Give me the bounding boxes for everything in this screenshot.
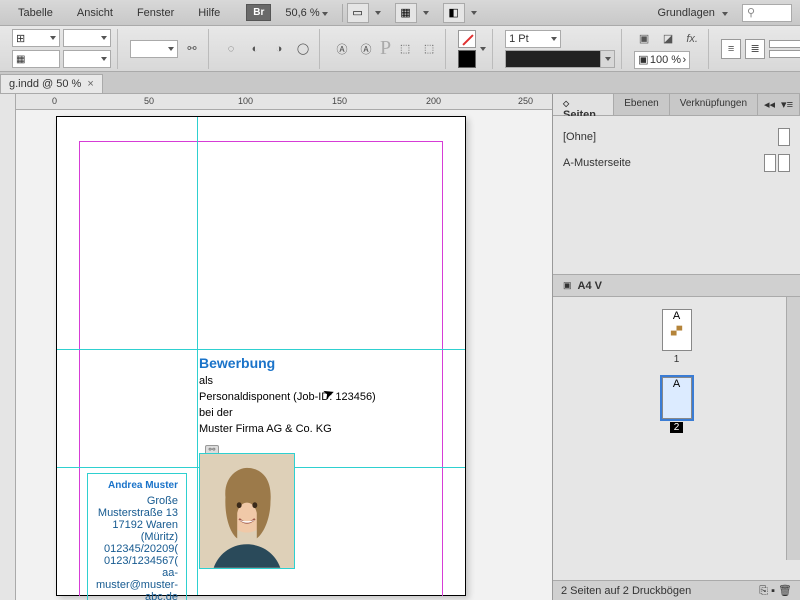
menu-fenster[interactable]: Fenster (127, 4, 184, 22)
workspace-selector[interactable]: Grundlagen (647, 5, 738, 21)
link-wh-icon[interactable]: ⚯ (182, 39, 202, 59)
zoom-level[interactable]: 50,6 % (275, 7, 337, 19)
arrange-icon[interactable]: ▦ (395, 3, 417, 23)
canvas-area: 0 50 100 150 200 250 Bewerbung als Perso… (0, 94, 552, 600)
portrait-placeholder (200, 454, 294, 568)
close-icon[interactable]: × (87, 78, 93, 90)
panel-tabs: ◇ Seiten Ebenen Verknüpfungen ◂◂ ▾≡ (553, 94, 800, 116)
master-a[interactable]: A-Musterseite (563, 150, 790, 176)
ruler-tick: 200 (426, 96, 441, 106)
pathfinder-icon-1[interactable]: ◌ (221, 39, 241, 59)
fx-icon-1[interactable]: ▣ (634, 29, 654, 49)
page-thumbnail-1[interactable]: A▄▀ 1 (662, 309, 692, 365)
view-options-icon[interactable]: ◧ (443, 3, 465, 23)
title-text-frame[interactable]: Bewerbung als Personaldisponent (Job-ID:… (199, 355, 443, 435)
pages-status-bar: 2 Seiten auf 2 Druckbögen ⎘ ▪ 🗑 (553, 580, 800, 600)
ruler-tick: 250 (518, 96, 533, 106)
tab-verknuepfungen[interactable]: Verknüpfungen (670, 94, 758, 115)
guide-horizontal[interactable] (57, 349, 465, 350)
align-icon-2[interactable]: ≣ (745, 39, 765, 59)
pathfinder-icon-4[interactable]: ◯ (293, 39, 313, 59)
p-glyph-icon[interactable]: P (380, 37, 391, 60)
sender-line: Große Musterstraße 13 (96, 495, 178, 519)
bridge-button[interactable]: Br (246, 4, 271, 21)
fx-icon-2[interactable]: ◪ (658, 29, 678, 49)
panel-dock: ◇ Seiten Ebenen Verknüpfungen ◂◂ ▾≡ [Ohn… (552, 94, 800, 600)
body-text: Muster Firma AG & Co. KG (199, 423, 443, 435)
pages-list: A▄▀ 1 A 2 (553, 297, 800, 580)
workspace: 0 50 100 150 200 250 Bewerbung als Perso… (0, 94, 800, 600)
gap-field-1[interactable] (769, 40, 800, 48)
fill-color[interactable] (458, 30, 476, 48)
textwrap-icon-2[interactable]: Ⓐ (356, 39, 376, 59)
textwrap-icon-4[interactable]: ⬚ (419, 39, 439, 59)
page-number: 2 (670, 422, 684, 433)
dimension-controls[interactable]: ⊞ ▦ (12, 29, 111, 68)
body-text: als (199, 375, 443, 387)
ruler-tick: 100 (238, 96, 253, 106)
document-title: g.indd @ 50 % (9, 78, 81, 90)
page-count-label: 2 Seiten auf 2 Druckbögen (561, 585, 691, 597)
control-bar: ⊞ ▦ ⚯ ◌ ◐ ◑ ◯ Ⓐ Ⓐ P ⬚ ⬚ 1 Pt (0, 26, 800, 72)
ruler-tick: 150 (332, 96, 347, 106)
width-field[interactable] (130, 40, 178, 58)
sender-line: 17192 Waren (Müritz) (96, 519, 178, 543)
menu-ansicht[interactable]: Ansicht (67, 4, 123, 22)
search-field[interactable]: ⚲ (742, 4, 792, 22)
menubar: Tabelle Ansicht Fenster Hilfe Br 50,6 % … (0, 0, 800, 26)
screen-mode-icon[interactable]: ▭ (347, 3, 369, 23)
align-icon-1[interactable]: ≡ (721, 39, 741, 59)
ruler-vertical[interactable] (0, 94, 16, 600)
body-text: bei der (199, 407, 443, 419)
title-text: Bewerbung (199, 355, 443, 371)
canvas[interactable]: Bewerbung als Personaldisponent (Job-ID:… (16, 110, 552, 600)
master-pages-section: [Ohne] A-Musterseite (553, 116, 800, 275)
fx-label-icon[interactable]: fx. (682, 29, 702, 49)
collapse-icon[interactable]: ◂◂ (764, 98, 775, 111)
scrollbar[interactable] (786, 297, 800, 560)
textwrap-icon-3[interactable]: ⬚ (395, 39, 415, 59)
document-page[interactable]: Bewerbung als Personaldisponent (Job-ID:… (56, 116, 466, 596)
sender-line: 012345/20209( (96, 543, 178, 555)
pathfinder-icon-3[interactable]: ◑ (269, 39, 289, 59)
opacity-field[interactable]: ▣100 %› (634, 51, 690, 69)
guide-vertical[interactable] (197, 117, 198, 595)
gap-field-2[interactable] (769, 50, 800, 58)
tab-ebenen[interactable]: Ebenen (614, 94, 669, 115)
master-thumb (778, 128, 790, 146)
pathfinder-icon-2[interactable]: ◐ (245, 39, 265, 59)
ruler-tick: 0 (52, 96, 57, 106)
photo-frame[interactable] (199, 453, 295, 569)
sender-name: Andrea Muster (96, 480, 178, 491)
panel-menu-icon[interactable]: ▾≡ (781, 98, 793, 111)
sender-text-frame[interactable]: Andrea Muster Große Musterstraße 13 1719… (87, 473, 187, 600)
page-thumbnail-2[interactable]: A 2 (662, 377, 692, 433)
tab-seiten[interactable]: ◇ Seiten (553, 94, 614, 115)
textwrap-icon-1[interactable]: Ⓐ (332, 39, 352, 59)
stroke-color[interactable] (458, 50, 476, 68)
document-tab[interactable]: g.indd @ 50 % × (0, 74, 103, 93)
menu-tabelle[interactable]: Tabelle (8, 4, 63, 22)
search-icon: ⚲ (747, 6, 755, 19)
body-text: Personaldisponent (Job-ID: 123456) (199, 391, 443, 403)
ruler-tick: 50 (144, 96, 154, 106)
stroke-weight[interactable]: 1 Pt (505, 30, 561, 48)
panel-actions[interactable]: ⎘ ▪ 🗑 (759, 584, 792, 598)
master-none[interactable]: [Ohne] (563, 124, 790, 150)
stroke-style[interactable] (505, 50, 615, 68)
page-number: 1 (674, 354, 680, 365)
sender-line: aa-muster@muster-abc.de (96, 567, 178, 600)
menu-hilfe[interactable]: Hilfe (188, 4, 230, 22)
sender-line: 0123/1234567( (96, 555, 178, 567)
ruler-horizontal[interactable]: 0 50 100 150 200 250 (16, 94, 552, 110)
page-format-bar[interactable]: ▣ A4 V (553, 275, 800, 297)
document-tab-bar: g.indd @ 50 % × (0, 72, 800, 94)
